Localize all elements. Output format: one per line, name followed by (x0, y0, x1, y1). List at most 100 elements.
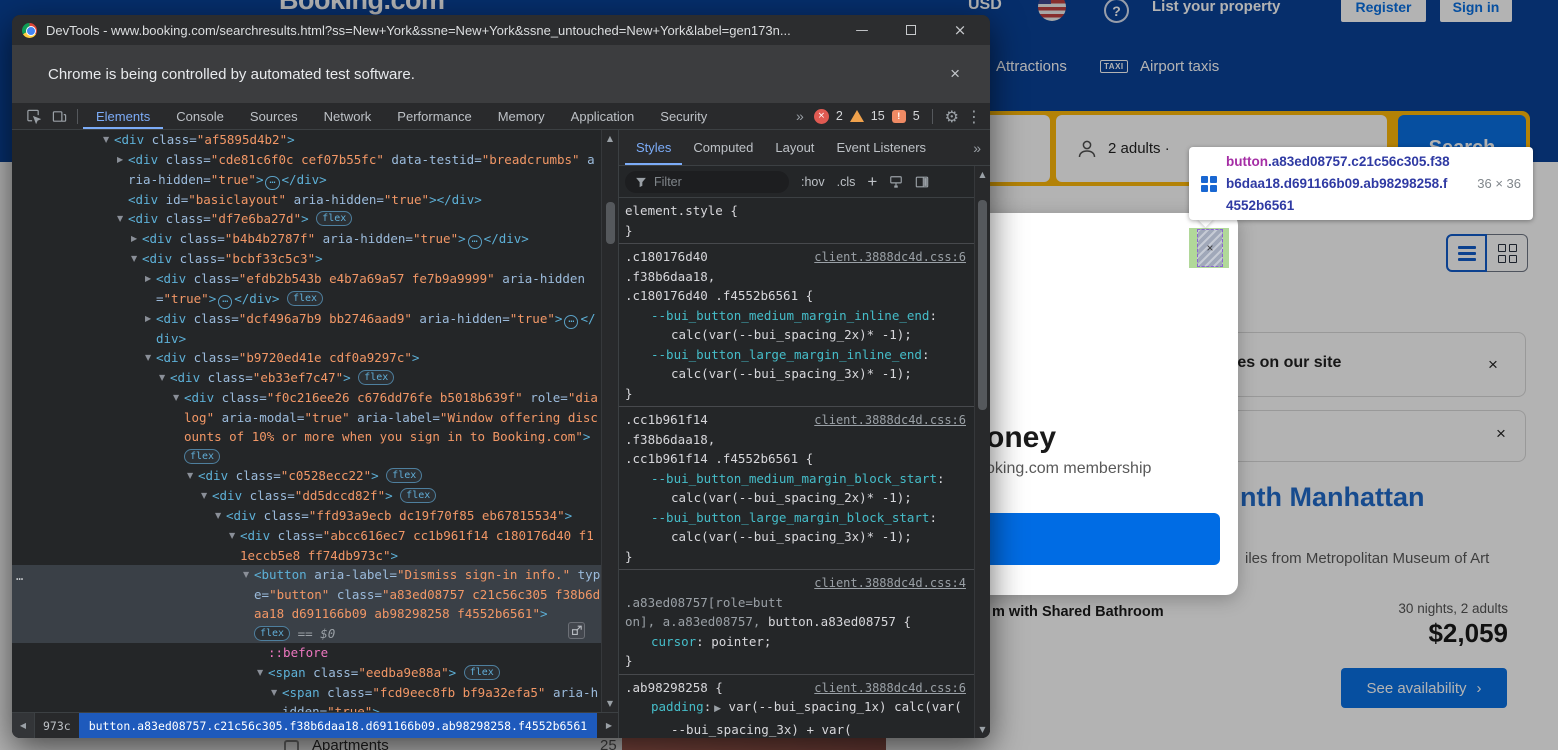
dom-tree-row[interactable]: ::before (12, 643, 601, 663)
css-property[interactable]: --bui_button_large_margin_block_start: (625, 508, 968, 528)
tree-expander-icon[interactable]: ▼ (187, 466, 198, 486)
css-rule[interactable]: element.style {} (619, 198, 974, 244)
tree-expander-icon[interactable]: ▶ (145, 269, 156, 309)
more-tabs-icon[interactable]: » (792, 108, 807, 124)
css-property[interactable]: --bui_button_medium_margin_inline_end: (625, 306, 968, 326)
styles-tab-computed[interactable]: Computed (682, 130, 764, 165)
tree-expander-icon[interactable]: ▼ (117, 209, 128, 229)
dom-tree-row[interactable]: ▶<div class="cde81c6f0c cef07b55fc" data… (12, 150, 601, 190)
css-rule[interactable]: client.3888dc4d.css:6.c180176d40.f38b6da… (619, 244, 974, 407)
css-source-link[interactable]: client.3888dc4d.css:6 (814, 411, 966, 431)
tree-expander-icon[interactable]: ▼ (131, 249, 142, 269)
tree-expander-icon[interactable]: ▶ (117, 150, 128, 190)
expand-ellipsis-icon[interactable]: … (468, 235, 482, 249)
styles-filter-input[interactable]: Filter (625, 171, 789, 193)
flex-badge[interactable]: flex (254, 626, 290, 641)
css-source-link[interactable]: client.3888dc4d.css:6 (814, 248, 966, 268)
scrollbar-thumb[interactable] (606, 202, 615, 244)
devtools-tab-network[interactable]: Network (311, 103, 385, 129)
issues-count[interactable]: 5 (913, 109, 920, 123)
css-rule[interactable]: client.3888dc4d.css:6.ab98298258 {paddin… (619, 675, 974, 739)
new-style-rule-icon[interactable]: + (867, 172, 877, 192)
dom-tree-row[interactable]: ▼<div class="bcbf33c5c3"> (12, 249, 601, 269)
flex-badge[interactable]: flex (316, 211, 352, 226)
dom-tree-row[interactable]: ▼<div class="df7e6ba27d"> flex (12, 209, 601, 229)
elements-scrollbar[interactable]: ▲ ▼ (601, 130, 618, 712)
issues-icon[interactable]: ! (892, 110, 906, 123)
devtools-tab-performance[interactable]: Performance (384, 103, 484, 129)
tree-expander-icon[interactable]: ▼ (145, 348, 156, 368)
flex-badge[interactable]: flex (386, 468, 422, 483)
tree-expander-icon[interactable]: ▼ (201, 486, 212, 506)
expand-ellipsis-icon[interactable]: … (265, 176, 279, 190)
css-rule[interactable]: client.3888dc4d.css:6.cc1b961f14.f38b6da… (619, 407, 974, 570)
dom-tree-row-selected[interactable]: …▼<button aria-label="Dismiss sign-in in… (12, 565, 601, 643)
device-toolbar-icon[interactable] (46, 103, 72, 129)
dom-tree-row[interactable]: <div id="basiclayout" aria-hidden="true"… (12, 190, 601, 210)
tree-expander-icon[interactable]: ▶ (131, 229, 142, 249)
devtools-tab-security[interactable]: Security (647, 103, 720, 129)
devtools-tab-sources[interactable]: Sources (237, 103, 311, 129)
sidebar-toggle-icon[interactable] (915, 175, 929, 189)
flex-badge[interactable]: flex (287, 291, 323, 306)
minimize-button[interactable]: — (842, 15, 882, 45)
tree-expander-icon[interactable]: ▼ (243, 565, 254, 643)
dom-tree-row[interactable]: ▶<div class="dcf496a7b9 bb2746aad9" aria… (12, 309, 601, 349)
tree-expander-icon[interactable]: ▼ (173, 388, 184, 466)
flex-badge[interactable]: flex (184, 449, 220, 464)
dom-tree-row[interactable]: ▼<span class="eedba9e88a"> flex (12, 663, 601, 683)
dom-tree-row[interactable]: ▶<div class="efdb2b543b e4b7a69a57 fe7b9… (12, 269, 601, 309)
rendering-emulation-icon[interactable] (889, 175, 903, 189)
css-property[interactable]: cursor: pointer; (625, 632, 968, 652)
dom-tree-row[interactable]: ▼<div class="c0528ecc22"> flex (12, 466, 601, 486)
scrollbar-thumb[interactable] (978, 200, 987, 410)
css-property[interactable]: --bui_button_large_margin_inline_end: (625, 345, 968, 365)
flex-badge[interactable]: flex (464, 665, 500, 680)
css-rule[interactable]: client.3888dc4d.css:4.a83ed08757[role=bu… (619, 570, 974, 675)
tree-expander-icon[interactable]: ▼ (215, 506, 226, 526)
styles-tab-layout[interactable]: Layout (764, 130, 825, 165)
dom-tree-row[interactable]: ▼<div class="abcc616ec7 cc1b961f14 c1801… (12, 526, 601, 565)
devtools-tab-memory[interactable]: Memory (485, 103, 558, 129)
devtools-titlebar[interactable]: DevTools - www.booking.com/searchresults… (12, 15, 990, 45)
styles-tab-styles[interactable]: Styles (625, 130, 682, 165)
dom-tree-row[interactable]: ▼<div class="f0c216ee26 c676dd76fe b5018… (12, 388, 601, 466)
breadcrumb-selected[interactable]: button.a83ed08757.c21c56c305.f38b6daa18.… (79, 713, 598, 738)
tree-expander-icon[interactable]: ▼ (229, 526, 240, 565)
warning-icon[interactable] (850, 110, 864, 122)
dom-tree-row[interactable]: ▶<div class="b4b4b2787f" aria-hidden="tr… (12, 229, 601, 249)
inspect-element-icon[interactable] (20, 103, 46, 129)
tree-expander-icon[interactable]: ▼ (159, 368, 170, 388)
expand-ellipsis-icon[interactable]: … (564, 315, 578, 329)
infobar-close-icon[interactable]: × (950, 64, 960, 84)
css-source-link[interactable]: client.3888dc4d.css:6 (814, 679, 966, 699)
styles-tab-event-listeners[interactable]: Event Listeners (825, 130, 937, 165)
tree-expander-icon[interactable]: ▶ (145, 309, 156, 349)
styles-scrollbar[interactable]: ▲ ▼ (974, 166, 990, 738)
error-count[interactable]: 2 (836, 109, 843, 123)
css-property[interactable]: --bui_button_medium_margin_block_start: (625, 469, 968, 489)
tree-expander-icon[interactable]: ▼ (257, 663, 268, 683)
more-tabs-icon[interactable]: » (969, 140, 990, 156)
breadcrumb-prev[interactable]: 973c (35, 719, 79, 733)
devtools-tab-elements[interactable]: Elements (83, 103, 163, 129)
dom-tree-row[interactable]: ▼<div class="af5895d4b2"> (12, 130, 601, 150)
devtools-tab-console[interactable]: Console (163, 103, 237, 129)
pseudo-state-toggle[interactable]: :hov (801, 175, 825, 189)
dom-tree-row[interactable]: ▼<div class="ffd93a9ecb dc19f70f85 eb678… (12, 506, 601, 526)
error-icon[interactable]: × (814, 109, 829, 124)
tree-expander-icon[interactable]: ▼ (103, 130, 114, 150)
kebab-menu-icon[interactable]: ⋮ (966, 107, 982, 126)
css-property[interactable]: padding: ▶ var(--bui_spacing_1x) calc(va… (625, 697, 968, 720)
dom-tree-row[interactable]: ▼<div class="dd5dccd82f"> flex (12, 486, 601, 506)
breadcrumb-back-icon[interactable]: ◀ (12, 713, 35, 738)
flex-badge[interactable]: flex (358, 370, 394, 385)
element-classes-toggle[interactable]: .cls (837, 175, 856, 189)
scroll-into-view-icon[interactable] (568, 622, 585, 639)
breadcrumb-forward-icon[interactable]: ▶ (606, 721, 618, 730)
css-source-link[interactable]: client.3888dc4d.css:4 (814, 574, 966, 594)
devtools-tab-application[interactable]: Application (558, 103, 648, 129)
maximize-button[interactable] (891, 15, 931, 45)
warning-count[interactable]: 15 (871, 109, 885, 123)
dom-tree-row[interactable]: ▼<div class="eb33ef7c47"> flex (12, 368, 601, 388)
